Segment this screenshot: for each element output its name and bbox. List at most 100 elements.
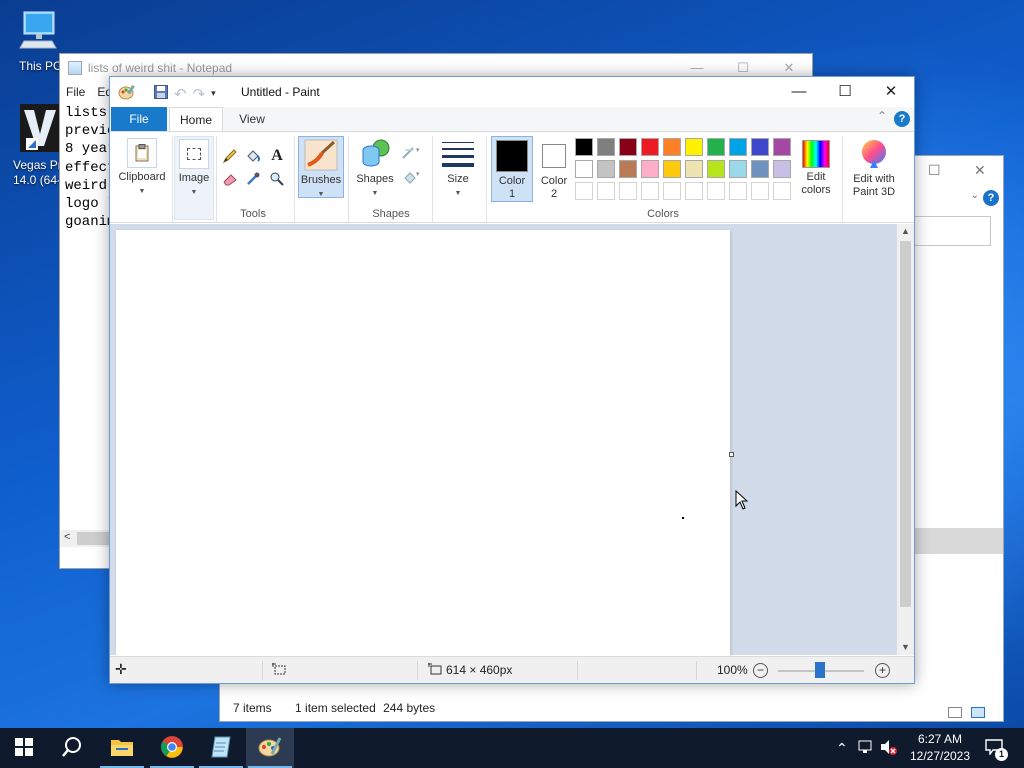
brushes-button[interactable]: Brushes ▼: [298, 136, 344, 198]
close-icon[interactable]: ✕: [974, 162, 986, 179]
palette-color-swatch[interactable]: [751, 160, 769, 178]
palette-color-swatch[interactable]: [597, 160, 615, 178]
palette-custom-slot[interactable]: [751, 182, 769, 200]
menu-file[interactable]: File: [66, 82, 85, 102]
edit-colors-button[interactable]: Edit colors: [796, 136, 836, 197]
palette-custom-slot[interactable]: [575, 182, 593, 200]
search-button[interactable]: [48, 728, 96, 768]
palette-color-swatch[interactable]: [575, 160, 593, 178]
paint-app-icon[interactable]: [118, 84, 136, 103]
fill-bucket-icon[interactable]: [243, 146, 263, 166]
palette-color-swatch[interactable]: [773, 138, 791, 156]
palette-color-swatch[interactable]: [641, 160, 659, 178]
size-button[interactable]: Size ▼: [438, 136, 478, 200]
color1-button[interactable]: Color 1: [491, 136, 533, 202]
image-button[interactable]: Image ▼: [174, 136, 214, 220]
volume-muted-icon[interactable]: [880, 739, 898, 758]
undo-icon[interactable]: ↶: [174, 85, 187, 103]
details-view-icon[interactable]: [947, 707, 962, 718]
help-icon[interactable]: ?: [983, 190, 999, 206]
palette-color-swatch[interactable]: [729, 138, 747, 156]
scroll-left-icon[interactable]: <: [64, 531, 70, 543]
magnifier-icon[interactable]: [267, 169, 287, 189]
canvas-workspace[interactable]: [110, 224, 897, 657]
tab-view[interactable]: View: [227, 107, 277, 131]
clipboard-button[interactable]: Clipboard ▼: [116, 136, 168, 198]
palette-custom-slot[interactable]: [641, 182, 659, 200]
drawing-canvas[interactable]: [116, 230, 730, 657]
color2-button[interactable]: Color 2: [534, 136, 574, 201]
text-icon[interactable]: A: [267, 146, 287, 166]
chevron-up-icon[interactable]: ⌃: [836, 740, 848, 757]
chevron-down-icon[interactable]: ⌄: [971, 190, 979, 201]
palette-color-swatch[interactable]: [773, 160, 791, 178]
scroll-up-icon[interactable]: ▲: [901, 226, 910, 236]
selected-file-row[interactable]: [903, 528, 1003, 554]
fill-icon[interactable]: ▾: [400, 166, 424, 186]
maximize-icon[interactable]: ☐: [822, 77, 868, 107]
taskbar-file-explorer[interactable]: [98, 728, 146, 768]
notepad-text-area[interactable]: lists previe 8 year effect weird logo l goan…: [65, 104, 115, 231]
palette-custom-slot[interactable]: [707, 182, 725, 200]
customize-toolbar-icon[interactable]: ▾: [211, 88, 216, 99]
help-icon[interactable]: ?: [894, 111, 910, 127]
paint-window[interactable]: ↶ ↷ ▾ Untitled - Paint — ☐ ✕ File Home V…: [109, 76, 915, 684]
taskbar-paint[interactable]: [246, 728, 294, 768]
palette-custom-slot[interactable]: [619, 182, 637, 200]
palette-custom-slot[interactable]: [597, 182, 615, 200]
palette-color-swatch[interactable]: [663, 138, 681, 156]
resize-handle-right[interactable]: [729, 452, 734, 457]
zoom-out-button[interactable]: −: [753, 663, 768, 678]
scroll-down-icon[interactable]: ▼: [901, 642, 910, 652]
palette-custom-slot[interactable]: [773, 182, 791, 200]
palette-custom-slot[interactable]: [663, 182, 681, 200]
tab-file[interactable]: File: [111, 107, 167, 131]
edit-paint3d-button[interactable]: Edit with Paint 3D: [846, 136, 902, 199]
palette-color-swatch[interactable]: [707, 160, 725, 178]
paint-title-bar[interactable]: ↶ ↷ ▾ Untitled - Paint — ☐ ✕: [110, 77, 914, 107]
start-button[interactable]: [0, 728, 48, 768]
palette-color-swatch[interactable]: [685, 138, 703, 156]
scrollbar-thumb[interactable]: [900, 241, 911, 607]
close-icon[interactable]: ✕: [868, 77, 914, 107]
save-icon[interactable]: [154, 85, 168, 102]
taskbar-notepad[interactable]: [197, 728, 245, 768]
palette-color-swatch[interactable]: [685, 160, 703, 178]
palette-color-swatch[interactable]: [729, 160, 747, 178]
palette-color-swatch[interactable]: [751, 138, 769, 156]
taskbar-chrome[interactable]: [148, 728, 196, 768]
color2-label-line1: Color: [540, 175, 568, 187]
palette-color-swatch[interactable]: [641, 138, 659, 156]
palette-custom-slot[interactable]: [729, 182, 747, 200]
eraser-icon[interactable]: [220, 169, 240, 189]
tab-home[interactable]: Home: [169, 107, 223, 131]
collapse-ribbon-icon[interactable]: ⌃: [877, 109, 887, 123]
maximize-icon[interactable]: ☐: [928, 162, 941, 179]
palette-color-swatch[interactable]: [619, 138, 637, 156]
palette-color-swatch[interactable]: [597, 138, 615, 156]
shapes-button[interactable]: Shapes ▼: [352, 136, 398, 200]
redo-icon[interactable]: ↷: [193, 85, 206, 103]
zoom-in-button[interactable]: +: [875, 663, 890, 678]
desktop-icon-this-pc[interactable]: This PC: [0, 8, 76, 73]
pencil-icon[interactable]: [220, 146, 240, 166]
text-line: previe: [65, 123, 116, 140]
palette-color-swatch[interactable]: [707, 138, 725, 156]
scrollbar-thumb[interactable]: [77, 532, 109, 545]
color-picker-icon[interactable]: [243, 169, 263, 189]
taskbar-clock[interactable]: 6:27 AM 12/27/2023: [904, 731, 976, 765]
text-line: 8 year: [65, 141, 116, 158]
palette-custom-slot[interactable]: [685, 182, 703, 200]
action-center-button[interactable]: 1: [978, 728, 1010, 768]
text-line: effect: [65, 159, 116, 176]
zoom-slider-thumb[interactable]: [815, 662, 825, 678]
palette-color-swatch[interactable]: [619, 160, 637, 178]
large-icons-view-icon[interactable]: [971, 707, 985, 718]
minimize-icon[interactable]: —: [776, 77, 822, 107]
clipboard-icon: [127, 138, 157, 168]
palette-color-swatch[interactable]: [575, 138, 593, 156]
vertical-scrollbar[interactable]: ▲ ▼: [897, 224, 914, 655]
outline-icon[interactable]: ▾: [400, 142, 424, 162]
palette-color-swatch[interactable]: [663, 160, 681, 178]
network-icon[interactable]: [858, 740, 874, 757]
